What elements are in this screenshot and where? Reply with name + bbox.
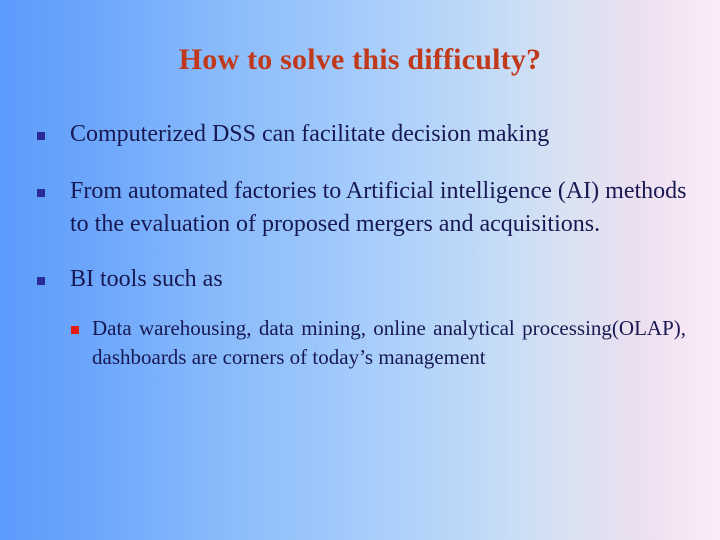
list-item: Computerized DSS can facilitate decision… <box>0 118 720 151</box>
page-title: How to solve this difficulty? <box>178 43 542 76</box>
sub-list-item-label: Data warehousing, data mining, online an… <box>92 316 686 369</box>
slide-canvas: How to solve this difficulty? Computeriz… <box>0 0 720 540</box>
sub-list-item: Data warehousing, data mining, online an… <box>0 314 720 372</box>
square-bullet-icon <box>37 277 45 285</box>
square-bullet-icon <box>37 189 45 197</box>
list-item-label: BI tools such as <box>70 266 223 292</box>
list-item: From automated factories to Artificial i… <box>0 175 720 241</box>
list-item-label: From automated factories to Artificial i… <box>70 178 687 237</box>
square-sub-bullet-icon <box>71 326 79 334</box>
bullet-list: Computerized DSS can facilitate decision… <box>0 118 720 372</box>
list-item: BI tools such as <box>0 263 720 296</box>
square-bullet-icon <box>37 132 45 140</box>
list-item-label: Computerized DSS can facilitate decision… <box>70 121 550 147</box>
